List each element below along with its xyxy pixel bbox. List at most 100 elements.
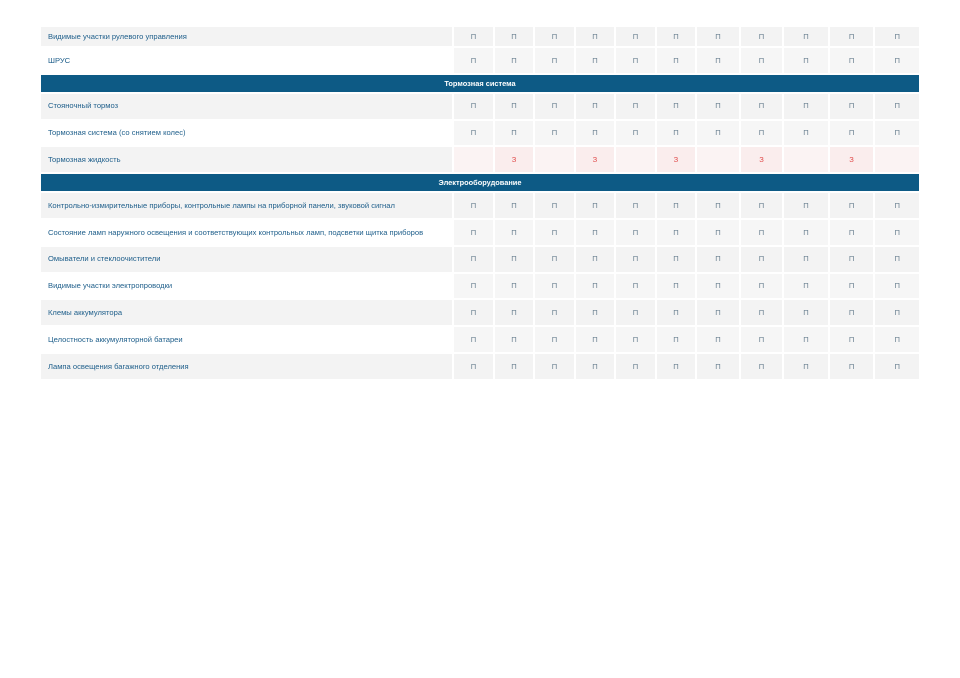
cell-check: П [454,300,493,326]
cell-replace: З [656,147,696,173]
cell-check: П [575,93,615,119]
cell-check: П [829,120,874,146]
section-title: Электрооборудование [41,174,919,192]
cell-check: П [656,219,696,245]
cell-check: П [875,273,919,299]
cell-check: П [454,93,493,119]
cell-check: П [740,48,783,73]
cell-check: П [454,48,493,73]
cell-check: П [494,353,534,379]
cell-check: П [616,300,655,326]
cell-check: П [575,193,615,218]
cell-check: П [575,300,615,326]
cell-check: П [875,353,919,379]
cell-check: П [875,300,919,326]
cell-replace: З [575,147,615,173]
section-header: Электрооборудование [41,174,919,192]
cell-check: П [740,327,783,352]
cell-check: П [697,246,739,272]
item-name: Видимые участки электропроводки [41,273,453,299]
table-row: Тормозная жидкость З З З З З [41,147,919,173]
cell-check: П [829,300,874,326]
cell-check: П [829,48,874,73]
section-header: Тормозная система [41,74,919,92]
cell-check: П [454,246,493,272]
table-row: Видимые участки рулевого управления П П П П П… [41,27,919,46]
cell-check: П [829,219,874,245]
cell-check: П [697,219,739,245]
cell-check: П [494,48,534,73]
cell-check: П [535,48,574,73]
cell-check: П [740,246,783,272]
item-name: Контрольно-измирительные приборы, контро… [41,193,453,218]
cell-check: П [494,327,534,352]
cell-check: П [697,327,739,352]
cell-replace: З [494,147,534,173]
cell-check: П [494,120,534,146]
cell-replace: З [829,147,874,173]
cell-check: П [656,120,696,146]
cell-check: П [697,48,739,73]
cell-check: П [875,193,919,218]
cell-check: П [829,246,874,272]
cell-check: П [656,27,696,46]
cell-check: П [784,27,828,46]
cell-check: П [575,327,615,352]
cell-check: П [740,27,783,46]
cell-check: П [784,93,828,119]
cell-check: П [784,193,828,218]
cell-check: П [616,353,655,379]
cell-check: П [575,353,615,379]
cell-empty [454,147,493,173]
cell-check: П [829,193,874,218]
cell-check: П [535,300,574,326]
cell-check: П [656,353,696,379]
item-name: Клемы аккумулятора [41,300,453,326]
cell-check: П [740,120,783,146]
cell-check: П [697,353,739,379]
cell-check: П [875,93,919,119]
cell-check: П [454,120,493,146]
cell-check: П [784,327,828,352]
cell-replace: З [740,147,783,173]
cell-check: П [656,273,696,299]
cell-check: П [494,193,534,218]
cell-check: П [829,273,874,299]
cell-check: П [535,246,574,272]
cell-check: П [616,273,655,299]
table-row: ШРУС П П П П П П П П П П П [41,48,919,73]
item-name: Видимые участки рулевого управления [41,27,453,46]
cell-check: П [535,193,574,218]
cell-check: П [875,219,919,245]
item-name: Тормозная жидкость [41,147,453,173]
cell-check: П [454,219,493,245]
cell-check: П [740,219,783,245]
item-name: Лампа освещения багажного отделения [41,353,453,379]
cell-check: П [875,120,919,146]
cell-empty [697,147,739,173]
cell-check: П [494,219,534,245]
cell-check: П [454,27,493,46]
maintenance-table-body: Видимые участки рулевого управления П П П П П… [41,27,919,379]
cell-check: П [494,273,534,299]
table-row: Омыватели и стеклоочистители П П П П П П П П П П П [41,246,919,272]
cell-check: П [454,353,493,379]
cell-check: П [784,48,828,73]
cell-check: П [784,353,828,379]
cell-check: П [829,327,874,352]
cell-check: П [656,48,696,73]
table-row: Клемы аккумулятора П П П П П П П П П П П [41,300,919,326]
cell-check: П [740,193,783,218]
cell-check: П [784,219,828,245]
table-row: Видимые участки электропроводки П П П П П П П П П… [41,273,919,299]
cell-check: П [575,246,615,272]
cell-check: П [697,27,739,46]
cell-check: П [454,327,493,352]
cell-check: П [656,327,696,352]
cell-check: П [575,27,615,46]
cell-check: П [829,27,874,46]
cell-check: П [740,300,783,326]
item-name: Целостность аккумуляторной батареи [41,327,453,352]
cell-check: П [616,120,655,146]
cell-check: П [656,246,696,272]
